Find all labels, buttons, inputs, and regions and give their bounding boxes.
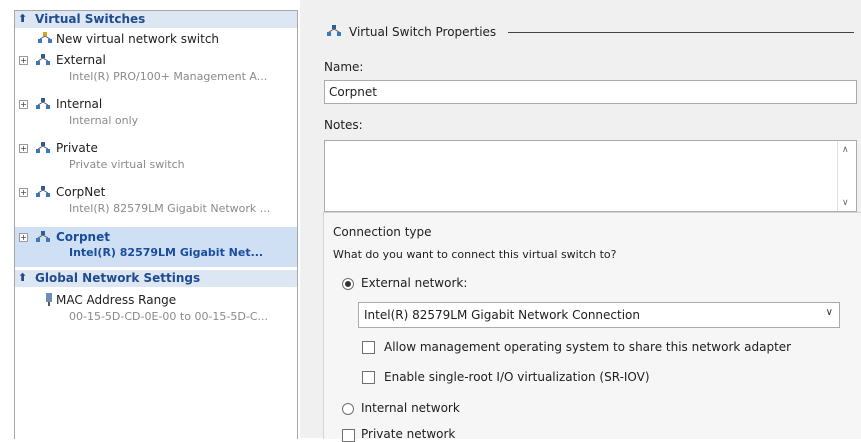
external-network-label[interactable]: External network: [361,276,467,290]
switch-item-internal[interactable]: + Internal Internal only [15,94,297,136]
name-input[interactable]: Corpnet [324,80,857,104]
switch-item-corpnet-selected[interactable]: + Corpnet Intel(R) 82579LM Gigabit Net..… [15,227,297,267]
network-adapter-icon [46,293,52,306]
virtual-switch-icon [327,25,341,36]
connection-type-label: Connection type [333,225,432,239]
connection-question: What do you want to connect this virtual… [333,248,617,261]
virtual-switch-icon [36,54,50,65]
expand-icon[interactable]: + [19,56,28,65]
allow-management-label[interactable]: Allow management operating system to sha… [384,340,791,354]
notes-label: Notes: [324,118,363,132]
private-network-radio[interactable] [342,429,355,442]
notes-textarea[interactable]: ∧ ∨ [324,140,857,212]
expand-icon[interactable]: + [19,144,28,153]
allow-management-checkbox[interactable] [362,341,375,354]
switch-item-corpnet-1[interactable]: + CorpNet Intel(R) 82579LM Gigabit Netwo… [15,182,297,224]
section-title: Virtual Switch Properties [349,25,497,39]
network-adapter-dropdown[interactable]: Intel(R) 82579LM Gigabit Network Connect… [358,302,840,328]
expand-icon[interactable]: + [19,188,28,197]
expand-icon[interactable]: + [19,233,28,242]
collapse-chevron-icon[interactable]: ⬆ [18,12,27,25]
virtual-switch-icon [36,231,50,242]
collapse-chevron-icon[interactable]: ⬆ [18,271,27,284]
switch-tree-panel: ⬆ Virtual Switches New virtual network s… [14,10,298,439]
virtual-switch-icon [36,142,50,153]
mac-address-range-item[interactable]: MAC Address Range 00-15-5D-CD-0E-00 to 0… [15,290,297,332]
section-divider [508,32,854,33]
external-network-radio[interactable] [342,278,354,290]
internal-network-label[interactable]: Internal network [361,401,460,415]
switch-item-external[interactable]: + External Intel(R) PRO/100+ Management … [15,50,297,92]
internal-network-radio[interactable] [342,403,354,415]
chevron-down-icon[interactable]: ∨ [826,307,833,318]
new-switch-icon [38,32,52,43]
sriov-label[interactable]: Enable single-root I/O virtualization (S… [384,370,650,384]
scroll-down-icon[interactable]: ∨ [842,198,849,208]
notes-scrollbar[interactable]: ∧ ∨ [837,141,856,211]
expand-icon[interactable]: + [19,100,28,109]
virtual-switch-icon [36,186,50,197]
global-network-settings-header[interactable]: ⬆ Global Network Settings [15,270,297,287]
sriov-checkbox[interactable] [362,371,375,384]
virtual-switches-header[interactable]: ⬆ Virtual Switches [15,11,297,28]
new-virtual-switch-item[interactable]: New virtual network switch [15,30,297,48]
private-network-label[interactable]: Private network [361,427,455,441]
virtual-switch-icon [36,98,50,109]
name-label: Name: [324,60,364,74]
switch-item-private[interactable]: + Private Private virtual switch [15,138,297,180]
scroll-up-icon[interactable]: ∧ [842,145,849,155]
